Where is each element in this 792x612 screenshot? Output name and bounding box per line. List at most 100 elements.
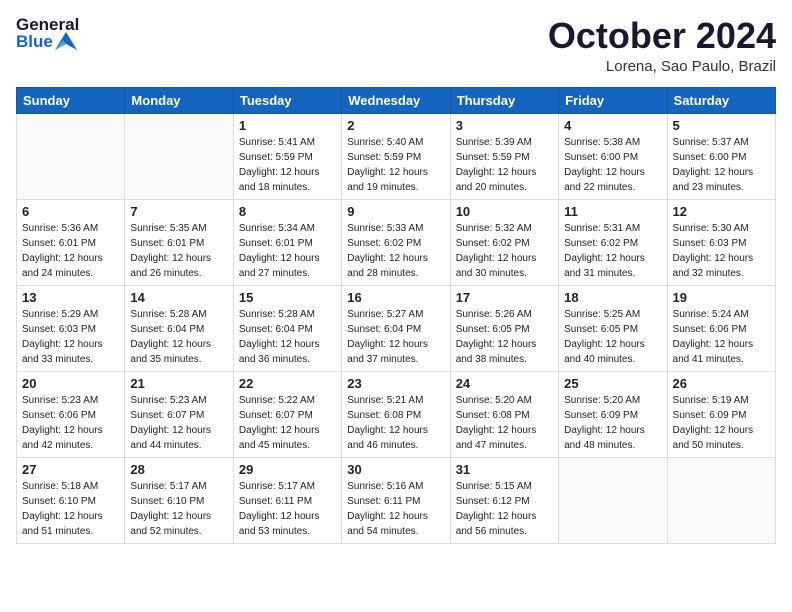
day-info: Sunrise: 5:33 AMSunset: 6:02 PMDaylight:… (347, 221, 444, 281)
calendar-cell-w3-d3: 15 Sunrise: 5:28 AMSunset: 6:04 PMDayligh… (233, 285, 341, 371)
day-info: Sunrise: 5:23 AMSunset: 6:06 PMDaylight:… (22, 393, 119, 453)
calendar-cell-w4-d6: 25Sunrise: 5:20 AMSunset: 6:09 PMDayligh… (559, 371, 667, 457)
calendar-cell-w1-d4: 2 Sunrise: 5:40 AMSunset: 5:59 PMDaylight… (342, 113, 450, 199)
day-number: 17 (456, 290, 553, 305)
calendar-cell-w4-d2: 21 Sunrise: 5:23 AMSunset: 6:07 PMDayligh… (125, 371, 233, 457)
calendar-cell-w4-d4: 23 Sunrise: 5:21 AMSunset: 6:08 PMDayligh… (342, 371, 450, 457)
calendar-cell-w1-d5: 3Sunrise: 5:39 AMSunset: 5:59 PMDaylight… (450, 113, 558, 199)
day-info: Sunrise: 5:20 AMSunset: 6:08 PMDaylight:… (456, 393, 553, 453)
day-number: 31 (456, 462, 553, 477)
calendar-cell-w2-d2: 7Sunrise: 5:35 AMSunset: 6:01 PMDaylight… (125, 199, 233, 285)
calendar-cell-w2-d5: 10Sunrise: 5:32 AMSunset: 6:02 PMDayligh… (450, 199, 558, 285)
day-info: Sunrise: 5:34 AMSunset: 6:01 PMDaylight:… (239, 221, 336, 281)
day-number: 1 (239, 118, 336, 133)
day-info: Sunrise: 5:17 AMSunset: 6:10 PMDaylight:… (130, 479, 227, 539)
calendar-week-4: 20 Sunrise: 5:23 AMSunset: 6:06 PMDayligh… (17, 371, 776, 457)
calendar-cell-w1-d3: 1 Sunrise: 5:41 AMSunset: 5:59 PMDaylight… (233, 113, 341, 199)
calendar-table: Sunday Monday Tuesday Wednesday Thursday… (16, 87, 776, 544)
day-number: 10 (456, 204, 553, 219)
header-sunday: Sunday (17, 87, 125, 113)
day-number: 9 (347, 204, 444, 219)
calendar-cell-w2-d3: 8 Sunrise: 5:34 AMSunset: 6:01 PMDaylight… (233, 199, 341, 285)
day-info: Sunrise: 5:15 AMSunset: 6:12 PMDaylight:… (456, 479, 553, 539)
day-number: 27 (22, 462, 119, 477)
calendar-cell-w1-d6: 4Sunrise: 5:38 AMSunset: 6:00 PMDaylight… (559, 113, 667, 199)
calendar-cell-w5-d6 (559, 457, 667, 543)
logo-name: General Blue (16, 16, 79, 50)
calendar-cell-w1-d2 (125, 113, 233, 199)
day-info: Sunrise: 5:41 AMSunset: 5:59 PMDaylight:… (239, 135, 336, 195)
calendar-cell-w3-d2: 14Sunrise: 5:28 AMSunset: 6:04 PMDayligh… (125, 285, 233, 371)
day-info: Sunrise: 5:24 AMSunset: 6:06 PMDaylight:… (673, 307, 770, 367)
month-title: October 2024 (548, 16, 776, 56)
calendar-week-5: 27Sunrise: 5:18 AMSunset: 6:10 PMDayligh… (17, 457, 776, 543)
calendar-cell-w3-d5: 17 Sunrise: 5:26 AMSunset: 6:05 PMDayligh… (450, 285, 558, 371)
day-number: 16 (347, 290, 444, 305)
day-info: Sunrise: 5:28 AMSunset: 6:04 PMDaylight:… (239, 307, 336, 367)
calendar-cell-w5-d1: 27Sunrise: 5:18 AMSunset: 6:10 PMDayligh… (17, 457, 125, 543)
day-number: 2 (347, 118, 444, 133)
header-friday: Friday (559, 87, 667, 113)
day-number: 24 (456, 376, 553, 391)
day-info: Sunrise: 5:22 AMSunset: 6:07 PMDaylight:… (239, 393, 336, 453)
calendar-cell-w4-d5: 24 Sunrise: 5:20 AMSunset: 6:08 PMDayligh… (450, 371, 558, 457)
day-info: Sunrise: 5:30 AMSunset: 6:03 PMDaylight:… (673, 221, 770, 281)
day-info: Sunrise: 5:17 AMSunset: 6:11 PMDaylight:… (239, 479, 336, 539)
day-info: Sunrise: 5:19 AMSunset: 6:09 PMDaylight:… (673, 393, 770, 453)
day-number: 21 (130, 376, 227, 391)
day-number: 11 (564, 204, 661, 219)
logo-general-text: General (16, 16, 79, 33)
logo: General Blue (16, 16, 79, 50)
day-info: Sunrise: 5:28 AMSunset: 6:04 PMDaylight:… (130, 307, 227, 367)
day-number: 25 (564, 376, 661, 391)
calendar-cell-w3-d7: 19Sunrise: 5:24 AMSunset: 6:06 PMDayligh… (667, 285, 775, 371)
calendar-header-row: Sunday Monday Tuesday Wednesday Thursday… (17, 87, 776, 113)
day-info: Sunrise: 5:27 AMSunset: 6:04 PMDaylight:… (347, 307, 444, 367)
calendar-cell-w5-d5: 31 Sunrise: 5:15 AMSunset: 6:12 PMDayligh… (450, 457, 558, 543)
day-number: 26 (673, 376, 770, 391)
calendar-cell-w2-d6: 11 Sunrise: 5:31 AMSunset: 6:02 PMDayligh… (559, 199, 667, 285)
day-number: 4 (564, 118, 661, 133)
day-info: Sunrise: 5:36 AMSunset: 6:01 PMDaylight:… (22, 221, 119, 281)
title-block: October 2024 Lorena, Sao Paulo, Brazil (548, 16, 776, 75)
calendar-week-1: 1 Sunrise: 5:41 AMSunset: 5:59 PMDaylight… (17, 113, 776, 199)
calendar-cell-w4-d3: 22 Sunrise: 5:22 AMSunset: 6:07 PMDayligh… (233, 371, 341, 457)
day-number: 23 (347, 376, 444, 391)
calendar-cell-w5-d4: 30Sunrise: 5:16 AMSunset: 6:11 PMDayligh… (342, 457, 450, 543)
header-thursday: Thursday (450, 87, 558, 113)
header-tuesday: Tuesday (233, 87, 341, 113)
header-saturday: Saturday (667, 87, 775, 113)
day-number: 6 (22, 204, 119, 219)
day-number: 8 (239, 204, 336, 219)
calendar-cell-w2-d7: 12 Sunrise: 5:30 AMSunset: 6:03 PMDayligh… (667, 199, 775, 285)
day-info: Sunrise: 5:29 AMSunset: 6:03 PMDaylight:… (22, 307, 119, 367)
day-number: 20 (22, 376, 119, 391)
day-info: Sunrise: 5:23 AMSunset: 6:07 PMDaylight:… (130, 393, 227, 453)
calendar-cell-w2-d4: 9 Sunrise: 5:33 AMSunset: 6:02 PMDaylight… (342, 199, 450, 285)
page-header: General Blue October 2024 Lorena, Sao Pa… (16, 16, 776, 75)
day-info: Sunrise: 5:26 AMSunset: 6:05 PMDaylight:… (456, 307, 553, 367)
day-info: Sunrise: 5:21 AMSunset: 6:08 PMDaylight:… (347, 393, 444, 453)
header-monday: Monday (125, 87, 233, 113)
calendar-cell-w1-d1 (17, 113, 125, 199)
day-number: 22 (239, 376, 336, 391)
calendar-cell-w5-d7 (667, 457, 775, 543)
day-number: 28 (130, 462, 227, 477)
calendar-cell-w2-d1: 6 Sunrise: 5:36 AMSunset: 6:01 PMDaylight… (17, 199, 125, 285)
calendar-cell-w5-d2: 28 Sunrise: 5:17 AMSunset: 6:10 PMDayligh… (125, 457, 233, 543)
header-wednesday: Wednesday (342, 87, 450, 113)
day-info: Sunrise: 5:31 AMSunset: 6:02 PMDaylight:… (564, 221, 661, 281)
day-info: Sunrise: 5:40 AMSunset: 5:59 PMDaylight:… (347, 135, 444, 195)
calendar-cell-w5-d3: 29 Sunrise: 5:17 AMSunset: 6:11 PMDayligh… (233, 457, 341, 543)
logo-bird-icon (55, 32, 77, 50)
location-text: Lorena, Sao Paulo, Brazil (548, 58, 776, 75)
calendar-cell-w4-d1: 20 Sunrise: 5:23 AMSunset: 6:06 PMDayligh… (17, 371, 125, 457)
day-number: 12 (673, 204, 770, 219)
day-number: 15 (239, 290, 336, 305)
day-info: Sunrise: 5:35 AMSunset: 6:01 PMDaylight:… (130, 221, 227, 281)
day-number: 29 (239, 462, 336, 477)
logo-blue-text: Blue (16, 33, 53, 50)
day-number: 3 (456, 118, 553, 133)
day-number: 5 (673, 118, 770, 133)
calendar-cell-w4-d7: 26 Sunrise: 5:19 AMSunset: 6:09 PMDayligh… (667, 371, 775, 457)
